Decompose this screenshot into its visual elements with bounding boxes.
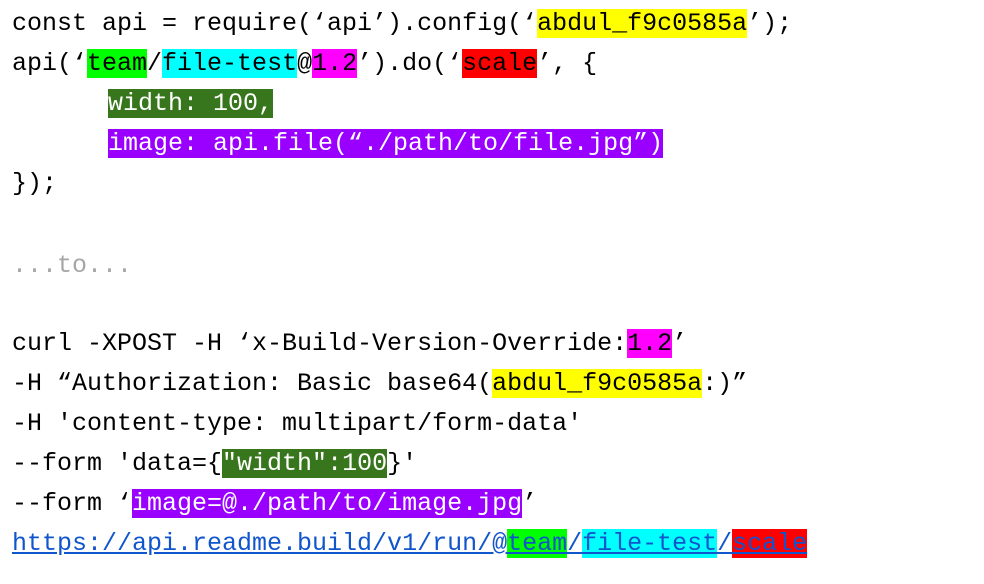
image-highlight: image: api.file(“./path/to/file.jpg”): [108, 128, 664, 158]
action-highlight: scale: [462, 48, 538, 78]
js-config-end: ’);: [747, 9, 793, 38]
js-at-sign: @: [297, 49, 313, 78]
curl-version-text: curl -XPOST -H ‘x-Build-Version-Override…: [12, 329, 628, 358]
curl-line-version: curl -XPOST -H ‘x-Build-Version-Override…: [12, 324, 687, 364]
width-highlight: width: 100,: [108, 88, 274, 118]
project-highlight: file-test: [162, 48, 298, 78]
url-team-highlight: team: [507, 528, 568, 558]
curl-image-highlight: image=@./path/to/image.jpg: [132, 488, 523, 518]
js-line-image: image: api.file(“./path/to/file.jpg”): [108, 124, 664, 164]
js-line-close: });: [12, 164, 57, 204]
js-config-text: const api = require(‘api’).config(‘: [12, 9, 538, 38]
curl-version-end: ’: [672, 329, 688, 358]
url-base: https://api.readme.build/v1/run/@: [12, 529, 508, 558]
curl-content-type-text: -H 'content-type: multipart/form-data': [12, 409, 583, 438]
url-action-highlight: scale: [732, 528, 808, 558]
version-highlight: 1.2: [312, 48, 358, 78]
curl-line-auth: -H “Authorization: Basic base64(abdul_f9…: [12, 364, 747, 404]
separator-text: ...to...: [12, 251, 133, 280]
curl-api-key-highlight: abdul_f9c0585a: [492, 368, 703, 398]
curl-line-content-type: -H 'content-type: multipart/form-data': [12, 404, 582, 444]
curl-width-highlight: "width":100: [222, 448, 388, 478]
curl-form-text: --form ‘: [12, 489, 133, 518]
js-line-config: const api = require(‘api’).config(‘abdul…: [12, 4, 792, 44]
js-do-text: ’).do(‘: [357, 49, 463, 78]
team-highlight: team: [87, 48, 148, 78]
curl-line-form-image: --form ‘image=@./path/to/image.jpg’: [12, 484, 537, 524]
js-slash: /: [147, 49, 163, 78]
js-call-start: api(‘: [12, 49, 88, 78]
url-slash: /: [717, 529, 733, 558]
curl-form-end: ’: [522, 489, 538, 518]
curl-data-end: }': [387, 449, 418, 478]
curl-data-text: --form 'data={: [12, 449, 223, 478]
curl-auth-end: :)”: [702, 369, 748, 398]
js-line-call: api(‘team/file-test@1.2’).do(‘scale’, {: [12, 44, 597, 84]
api-key-highlight: abdul_f9c0585a: [537, 8, 748, 38]
run-url-link[interactable]: https://api.readme.build/v1/run/@team/fi…: [12, 524, 808, 564]
curl-auth-text: -H “Authorization: Basic base64(: [12, 369, 493, 398]
url-project-highlight: file-test: [582, 528, 718, 558]
js-line-width: width: 100,: [108, 84, 274, 124]
curl-version-highlight: 1.2: [627, 328, 673, 358]
code-document: const api = require(‘api’).config(‘abdul…: [0, 0, 984, 584]
curl-line-data: --form 'data={"width":100}': [12, 444, 417, 484]
js-call-end: ’, {: [537, 49, 598, 78]
url-slash: /: [567, 529, 583, 558]
js-close-text: });: [12, 169, 58, 198]
